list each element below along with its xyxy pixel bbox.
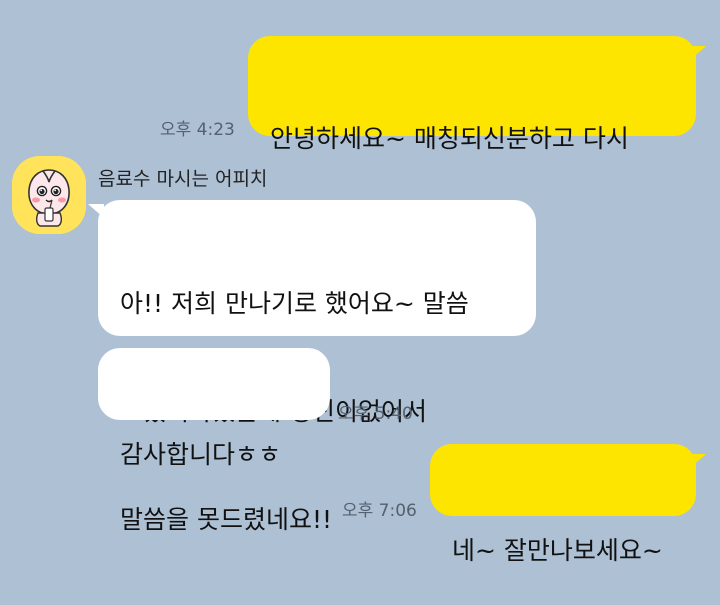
message-timestamp: 오후 4:23	[160, 120, 235, 140]
bubble-tail	[690, 46, 706, 60]
message-timestamp: 오후 5:40	[338, 404, 413, 424]
sender-name: 음료수 마시는 어피치	[98, 168, 268, 190]
message-timestamp: 오후 7:06	[342, 501, 417, 521]
apeach-drinking-avatar-icon[interactable]	[12, 156, 86, 234]
bubble-tail	[88, 204, 104, 218]
message-line: 네~ 잘만나보세요~	[452, 536, 663, 565]
bubble-tail	[690, 454, 706, 468]
message-line: 아!! 저희 만나기로 했어요~ 말씀	[120, 289, 469, 318]
message-line: 안녕하세요~ 매칭되신분하고 다시	[270, 124, 629, 153]
message-bubble-incoming[interactable]: 아!! 저희 만나기로 했어요~ 말씀 드렸어야했는데 정신이없어서 말씀을 못…	[98, 200, 536, 534]
message-bubble-outgoing[interactable]: 안녕하세요~ 매칭되신분하고 다시 만나보셨어요 ?	[248, 36, 696, 261]
message-bubble-incoming[interactable]: 감사합니다ㅎㅎ	[98, 348, 330, 469]
avatar-illustration	[12, 156, 86, 234]
message-bubble-outgoing[interactable]: 네~ 잘만나보세요~	[430, 444, 696, 565]
message-line: 감사합니다ㅎㅎ	[120, 440, 282, 469]
